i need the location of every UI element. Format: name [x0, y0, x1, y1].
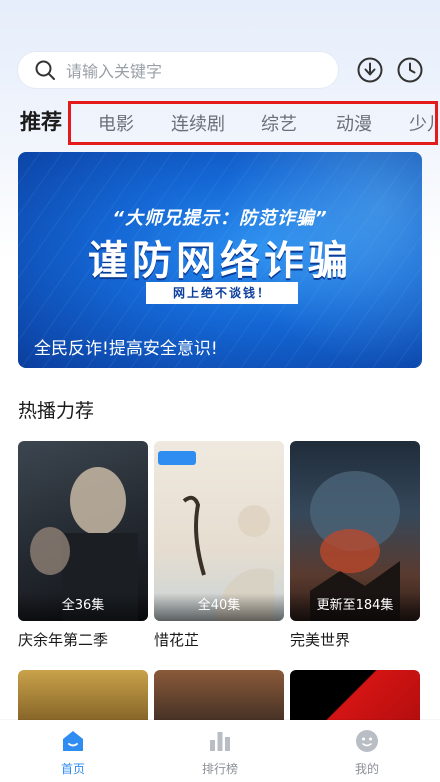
nav-ranking[interactable]: 排行榜 — [180, 728, 260, 777]
poster-episode-badge: 全40集 — [154, 593, 284, 621]
history-icon[interactable] — [396, 56, 424, 84]
download-icon[interactable] — [356, 56, 384, 84]
tab-strip-highlighted: 电影 连续剧 综艺 动漫 少儿 — [68, 101, 438, 145]
tab-movie[interactable]: 电影 — [98, 110, 134, 136]
search-placeholder: 请输入关键字 — [66, 62, 163, 81]
poster-title[interactable]: 惜花芷 — [154, 629, 199, 650]
poster-card[interactable]: 更新至184集 — [290, 441, 420, 621]
bottom-nav: 首页 排行榜 我的 — [0, 720, 440, 782]
nav-ranking-label: 排行榜 — [201, 762, 238, 776]
poster-card[interactable]: 全36集 — [18, 441, 148, 621]
tab-recommend[interactable]: 推荐 — [20, 106, 62, 136]
nav-profile[interactable]: 我的 — [327, 728, 407, 777]
profile-icon — [354, 728, 380, 754]
tab-series[interactable]: 连续剧 — [171, 110, 225, 136]
section-title: 热播力荐 — [18, 400, 95, 422]
home-icon — [60, 728, 86, 754]
banner-title: 谨防网络诈骗 — [88, 238, 352, 284]
poster-card[interactable]: 全40集 — [154, 441, 284, 621]
poster-title[interactable]: 完美世界 — [290, 629, 350, 650]
tab-anime[interactable]: 动漫 — [336, 110, 372, 136]
banner-subtitle: “大师兄提示：防范诈骗” — [112, 208, 328, 229]
nav-profile-label: 我的 — [354, 762, 379, 776]
tab-variety[interactable]: 综艺 — [261, 110, 297, 136]
banner-caption: 全民反诈!提高安全意识! — [34, 339, 218, 359]
tab-kids[interactable]: 少儿 — [409, 110, 435, 136]
poster-episode-badge: 更新至184集 — [290, 593, 420, 621]
category-tabs: 推荐 电影 连续剧 综艺 动漫 少儿 — [0, 100, 440, 145]
ranking-icon — [207, 728, 233, 754]
poster-title[interactable]: 庆余年第二季 — [18, 629, 108, 650]
promo-banner[interactable]: “大师兄提示：防范诈骗” 谨防网络诈骗 网上绝不谈钱！ 全民反诈!提高安全意识! — [18, 152, 422, 368]
nav-home-label: 首页 — [60, 762, 85, 776]
nav-home[interactable]: 首页 — [33, 728, 113, 777]
poster-episode-badge: 全36集 — [18, 593, 148, 621]
search-row: 请输入关键字 — [18, 52, 428, 88]
search-icon — [34, 59, 56, 81]
search-input[interactable]: 请输入关键字 — [18, 52, 338, 88]
banner-tag: 网上绝不谈钱！ — [146, 282, 298, 304]
